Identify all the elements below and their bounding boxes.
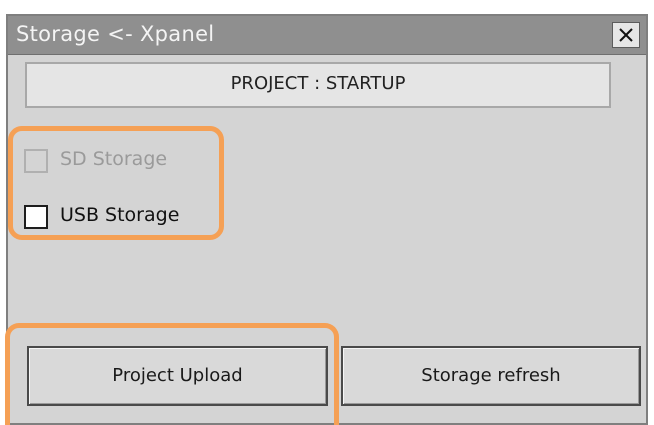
- sd-storage-checkbox: [24, 149, 48, 173]
- window-title: Storage <- Xpanel: [16, 22, 215, 46]
- usb-storage-option[interactable]: USB Storage: [24, 204, 204, 230]
- close-button[interactable]: [612, 22, 640, 48]
- usb-storage-checkbox[interactable]: [24, 205, 48, 229]
- storage-refresh-button[interactable]: Storage refresh: [341, 346, 641, 406]
- project-upload-button[interactable]: Project Upload: [27, 346, 328, 406]
- sd-storage-label: SD Storage: [60, 148, 168, 170]
- usb-storage-label[interactable]: USB Storage: [60, 204, 179, 226]
- close-icon: [619, 28, 633, 42]
- sd-storage-option: SD Storage: [24, 148, 194, 174]
- project-name-display: PROJECT : STARTUP: [25, 62, 611, 108]
- title-bar[interactable]: Storage <- Xpanel: [8, 16, 646, 55]
